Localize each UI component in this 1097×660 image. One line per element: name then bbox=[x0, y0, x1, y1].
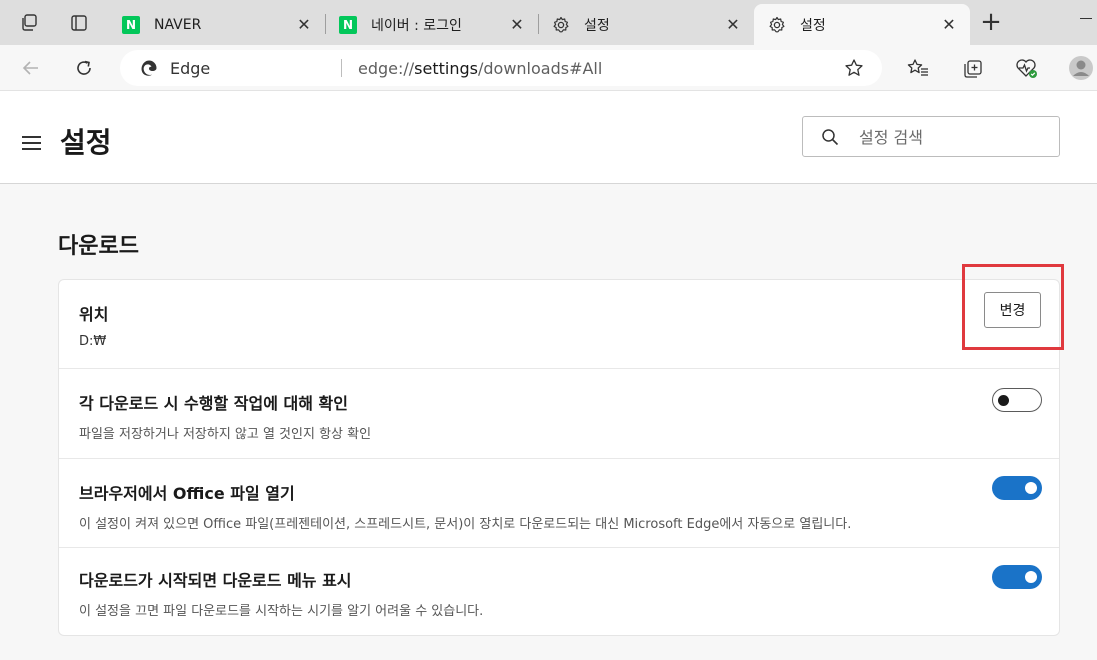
url-path: /downloads#All bbox=[477, 59, 603, 78]
settings-header: 설정 bbox=[0, 91, 1097, 184]
setting-row-location: 위치 D:₩ 변경 bbox=[59, 280, 1059, 369]
tab-strip: N NAVER ✕ N 네이버 : 로그인 ✕ 설정 ✕ 설정 ✕ + bbox=[0, 0, 1097, 45]
ask-each-download-toggle[interactable] bbox=[992, 388, 1042, 412]
toggle-knob bbox=[1025, 482, 1037, 494]
collections-icon[interactable] bbox=[960, 55, 986, 81]
menu-icon[interactable] bbox=[22, 136, 41, 150]
tab-settings[interactable]: 설정 ✕ bbox=[538, 4, 754, 45]
site-identity-label: Edge bbox=[170, 59, 211, 78]
minimize-icon[interactable] bbox=[1080, 18, 1092, 19]
tab-naver[interactable]: N NAVER ✕ bbox=[108, 4, 325, 45]
new-tab-button[interactable]: + bbox=[976, 8, 1006, 38]
setting-title: 각 다운로드 시 수행할 작업에 대해 확인 bbox=[79, 394, 348, 413]
gear-icon bbox=[552, 16, 570, 34]
tab-label: 네이버 : 로그인 bbox=[371, 17, 462, 34]
setting-title: 다운로드가 시작되면 다운로드 메뉴 표시 bbox=[79, 571, 352, 590]
close-icon[interactable]: ✕ bbox=[295, 15, 313, 34]
close-icon[interactable]: ✕ bbox=[940, 15, 958, 34]
naver-icon: N bbox=[339, 15, 357, 34]
settings-search-box[interactable] bbox=[802, 116, 1060, 157]
tab-label: 설정 bbox=[584, 17, 610, 34]
toggle-knob bbox=[998, 395, 1009, 406]
toggle-knob bbox=[1025, 571, 1037, 583]
setting-row-ask-each: 각 다운로드 시 수행할 작업에 대해 확인 파일을 저장하거나 저장하지 않고… bbox=[59, 369, 1059, 459]
open-office-files-toggle[interactable] bbox=[992, 476, 1042, 500]
search-icon bbox=[821, 128, 839, 146]
setting-row-office: 브라우저에서 Office 파일 열기 이 설정이 켜져 있으면 Office … bbox=[59, 459, 1059, 548]
close-icon[interactable]: ✕ bbox=[508, 15, 526, 34]
section-title: 다운로드 bbox=[58, 234, 139, 259]
address-separator bbox=[341, 59, 342, 77]
setting-description: 이 설정이 켜져 있으면 Office 파일(프레젠테이션, 스프레드시트, 문… bbox=[79, 517, 852, 532]
highlight-box bbox=[962, 264, 1064, 350]
browser-toolbar: Edge edge://settings/downloads#All bbox=[0, 45, 1097, 91]
setting-description: 파일을 저장하거나 저장하지 않고 열 것인지 항상 확인 bbox=[79, 427, 372, 442]
page-title: 설정 bbox=[60, 126, 112, 159]
address-bar[interactable]: Edge edge://settings/downloads#All bbox=[120, 50, 882, 86]
close-icon[interactable]: ✕ bbox=[724, 15, 742, 34]
workspaces-icon[interactable] bbox=[14, 8, 44, 38]
tab-label: 설정 bbox=[800, 17, 826, 34]
downloads-settings-card: 위치 D:₩ 변경 각 다운로드 시 수행할 작업에 대해 확인 파일을 저장하… bbox=[58, 279, 1060, 636]
browser-essentials-icon[interactable] bbox=[1013, 55, 1039, 81]
back-button[interactable] bbox=[15, 52, 47, 84]
tab-actions-icon[interactable] bbox=[64, 8, 94, 38]
setting-row-download-menu: 다운로드가 시작되면 다운로드 메뉴 표시 이 설정을 끄면 파일 다운로드를 … bbox=[59, 548, 1059, 636]
setting-title: 위치 bbox=[79, 305, 109, 324]
naver-icon: N bbox=[122, 15, 140, 34]
favorites-icon[interactable] bbox=[905, 55, 931, 81]
gear-icon bbox=[768, 16, 786, 34]
edge-icon bbox=[140, 59, 158, 77]
url-text[interactable]: edge://settings/downloads#All bbox=[358, 59, 602, 78]
search-input[interactable] bbox=[859, 125, 1049, 149]
show-download-menu-toggle[interactable] bbox=[992, 565, 1042, 589]
favorite-star-icon[interactable] bbox=[844, 58, 864, 78]
tab-naver-login[interactable]: N 네이버 : 로그인 ✕ bbox=[325, 4, 538, 45]
setting-description: 이 설정을 끄면 파일 다운로드를 시작하는 시기를 알기 어려울 수 있습니다… bbox=[79, 604, 484, 619]
url-prefix: edge:// bbox=[358, 59, 415, 78]
download-location-value: D:₩ bbox=[79, 334, 107, 349]
refresh-button[interactable] bbox=[68, 52, 100, 84]
profile-avatar[interactable] bbox=[1068, 55, 1094, 81]
url-host: settings bbox=[414, 59, 478, 78]
tab-settings-active[interactable]: 설정 ✕ bbox=[754, 4, 970, 45]
setting-title: 브라우저에서 Office 파일 열기 bbox=[79, 484, 295, 503]
tab-label: NAVER bbox=[154, 16, 202, 33]
